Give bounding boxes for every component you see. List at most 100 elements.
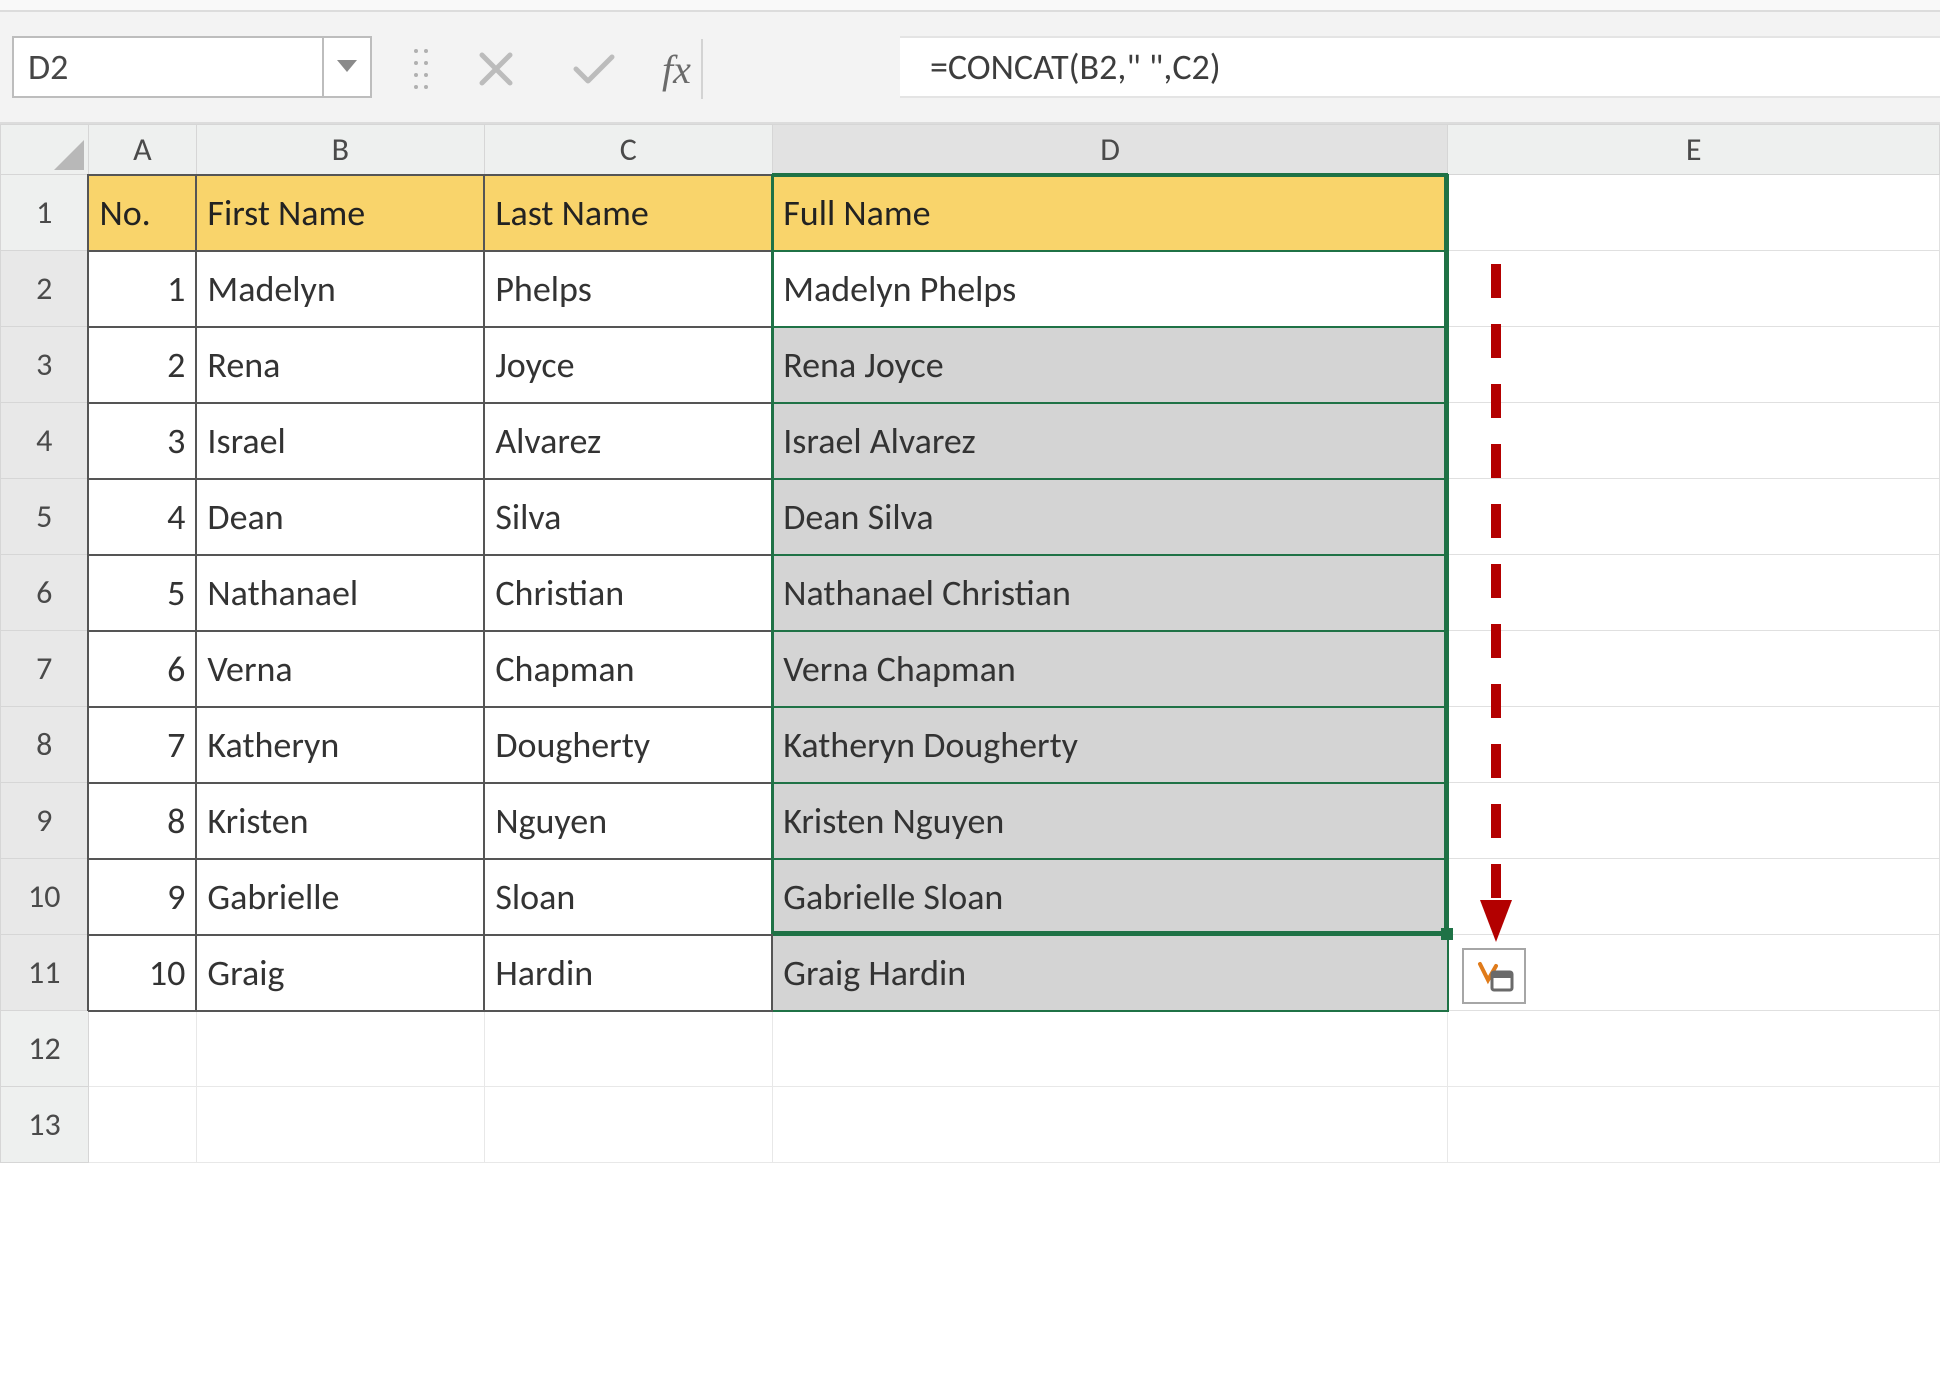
- name-box-value: D2: [28, 45, 68, 89]
- row-head-1[interactable]: 1: [1, 175, 89, 251]
- col-head-A[interactable]: A: [88, 125, 196, 175]
- cell-C1[interactable]: Last Name: [484, 175, 772, 251]
- row-head-3[interactable]: 3: [1, 327, 89, 403]
- cell-B9[interactable]: Kristen: [196, 783, 484, 859]
- cell-B1[interactable]: First Name: [196, 175, 484, 251]
- cell-B7[interactable]: Verna: [196, 631, 484, 707]
- cell-E5[interactable]: [1448, 479, 1940, 555]
- cell-D2[interactable]: Madelyn Phelps: [772, 251, 1448, 327]
- cell-C5[interactable]: Silva: [484, 479, 772, 555]
- cell-A11[interactable]: 10: [88, 935, 196, 1011]
- cell-C2[interactable]: Phelps: [484, 251, 772, 327]
- row-head-4[interactable]: 4: [1, 403, 89, 479]
- cell-B13[interactable]: [196, 1087, 484, 1163]
- cancel-button[interactable]: [466, 39, 526, 99]
- row-head-11[interactable]: 11: [1, 935, 89, 1011]
- insert-function-button[interactable]: fx: [662, 39, 703, 99]
- cell-E3[interactable]: [1448, 327, 1940, 403]
- row-head-10[interactable]: 10: [1, 859, 89, 935]
- cell-E1[interactable]: [1448, 175, 1940, 251]
- cell-A4[interactable]: 3: [88, 403, 196, 479]
- name-box[interactable]: D2: [12, 36, 324, 98]
- row-head-13[interactable]: 13: [1, 1087, 89, 1163]
- cell-E10[interactable]: [1448, 859, 1940, 935]
- formula-input[interactable]: =CONCAT(B2," ",C2): [900, 36, 1940, 98]
- cell-C8[interactable]: Dougherty: [484, 707, 772, 783]
- cell-B2[interactable]: Madelyn: [196, 251, 484, 327]
- cell-A2[interactable]: 1: [88, 251, 196, 327]
- drag-handle-icon[interactable]: [414, 41, 428, 97]
- cell-B5[interactable]: Dean: [196, 479, 484, 555]
- cell-C12[interactable]: [484, 1011, 772, 1087]
- formula-bar: D2 fx =CONCAT(B2," ",C2): [0, 12, 1940, 124]
- cell-C3[interactable]: Joyce: [484, 327, 772, 403]
- cell-D12[interactable]: [772, 1011, 1448, 1087]
- autofill-options-button[interactable]: [1462, 948, 1526, 1004]
- row-head-8[interactable]: 8: [1, 707, 89, 783]
- row-head-9[interactable]: 9: [1, 783, 89, 859]
- cell-D11[interactable]: Graig Hardin: [772, 935, 1448, 1011]
- cell-B8[interactable]: Katheryn: [196, 707, 484, 783]
- select-all-corner[interactable]: [1, 125, 89, 175]
- cell-E4[interactable]: [1448, 403, 1940, 479]
- cell-B12[interactable]: [196, 1011, 484, 1087]
- cell-D4[interactable]: Israel Alvarez: [772, 403, 1448, 479]
- cell-B11[interactable]: Graig: [196, 935, 484, 1011]
- cell-A8[interactable]: 7: [88, 707, 196, 783]
- cell-A5[interactable]: 4: [88, 479, 196, 555]
- row-head-2[interactable]: 2: [1, 251, 89, 327]
- cell-D3[interactable]: Rena Joyce: [772, 327, 1448, 403]
- cell-D13[interactable]: [772, 1087, 1448, 1163]
- cell-D1[interactable]: Full Name: [772, 175, 1448, 251]
- cell-B3[interactable]: Rena: [196, 327, 484, 403]
- cell-E2[interactable]: [1448, 251, 1940, 327]
- col-head-E[interactable]: E: [1448, 125, 1940, 175]
- cell-C10[interactable]: Sloan: [484, 859, 772, 935]
- cell-E8[interactable]: [1448, 707, 1940, 783]
- cell-C4[interactable]: Alvarez: [484, 403, 772, 479]
- cell-E12[interactable]: [1448, 1011, 1940, 1087]
- cell-B10[interactable]: Gabrielle: [196, 859, 484, 935]
- col-head-C[interactable]: C: [484, 125, 772, 175]
- spreadsheet-grid[interactable]: A B C D E 1 No. First Name Last Name Ful…: [0, 124, 1940, 1383]
- cell-D7[interactable]: Verna Chapman: [772, 631, 1448, 707]
- cell-E9[interactable]: [1448, 783, 1940, 859]
- cell-E6[interactable]: [1448, 555, 1940, 631]
- cell-A12[interactable]: [88, 1011, 196, 1087]
- row-head-7[interactable]: 7: [1, 631, 89, 707]
- cell-B4[interactable]: Israel: [196, 403, 484, 479]
- cell-E7[interactable]: [1448, 631, 1940, 707]
- formula-content: =CONCAT(B2," ",C2): [930, 45, 1221, 89]
- name-box-dropdown[interactable]: [324, 36, 372, 98]
- cancel-icon: [478, 51, 514, 87]
- cell-D8[interactable]: Katheryn Dougherty: [772, 707, 1448, 783]
- enter-button[interactable]: [564, 39, 624, 99]
- cell-D9[interactable]: Kristen Nguyen: [772, 783, 1448, 859]
- fx-icon: fx: [662, 46, 691, 93]
- window-strip: [0, 0, 1940, 10]
- cell-B6[interactable]: Nathanael: [196, 555, 484, 631]
- cell-C7[interactable]: Chapman: [484, 631, 772, 707]
- cell-A10[interactable]: 9: [88, 859, 196, 935]
- cell-A3[interactable]: 2: [88, 327, 196, 403]
- row-head-5[interactable]: 5: [1, 479, 89, 555]
- cell-C6[interactable]: Christian: [484, 555, 772, 631]
- cell-D10[interactable]: Gabrielle Sloan: [772, 859, 1448, 935]
- cell-E13[interactable]: [1448, 1087, 1940, 1163]
- cell-D6[interactable]: Nathanael Christian: [772, 555, 1448, 631]
- autofill-options-icon: [1474, 958, 1514, 994]
- cell-D5[interactable]: Dean Silva: [772, 479, 1448, 555]
- cell-A7[interactable]: 6: [88, 631, 196, 707]
- cell-A13[interactable]: [88, 1087, 196, 1163]
- fill-handle[interactable]: [1441, 928, 1453, 940]
- col-head-D[interactable]: D: [772, 125, 1448, 175]
- col-head-B[interactable]: B: [196, 125, 484, 175]
- row-head-12[interactable]: 12: [1, 1011, 89, 1087]
- row-head-6[interactable]: 6: [1, 555, 89, 631]
- cell-A1[interactable]: No.: [88, 175, 196, 251]
- cell-C13[interactable]: [484, 1087, 772, 1163]
- cell-C11[interactable]: Hardin: [484, 935, 772, 1011]
- cell-A6[interactable]: 5: [88, 555, 196, 631]
- cell-C9[interactable]: Nguyen: [484, 783, 772, 859]
- cell-A9[interactable]: 8: [88, 783, 196, 859]
